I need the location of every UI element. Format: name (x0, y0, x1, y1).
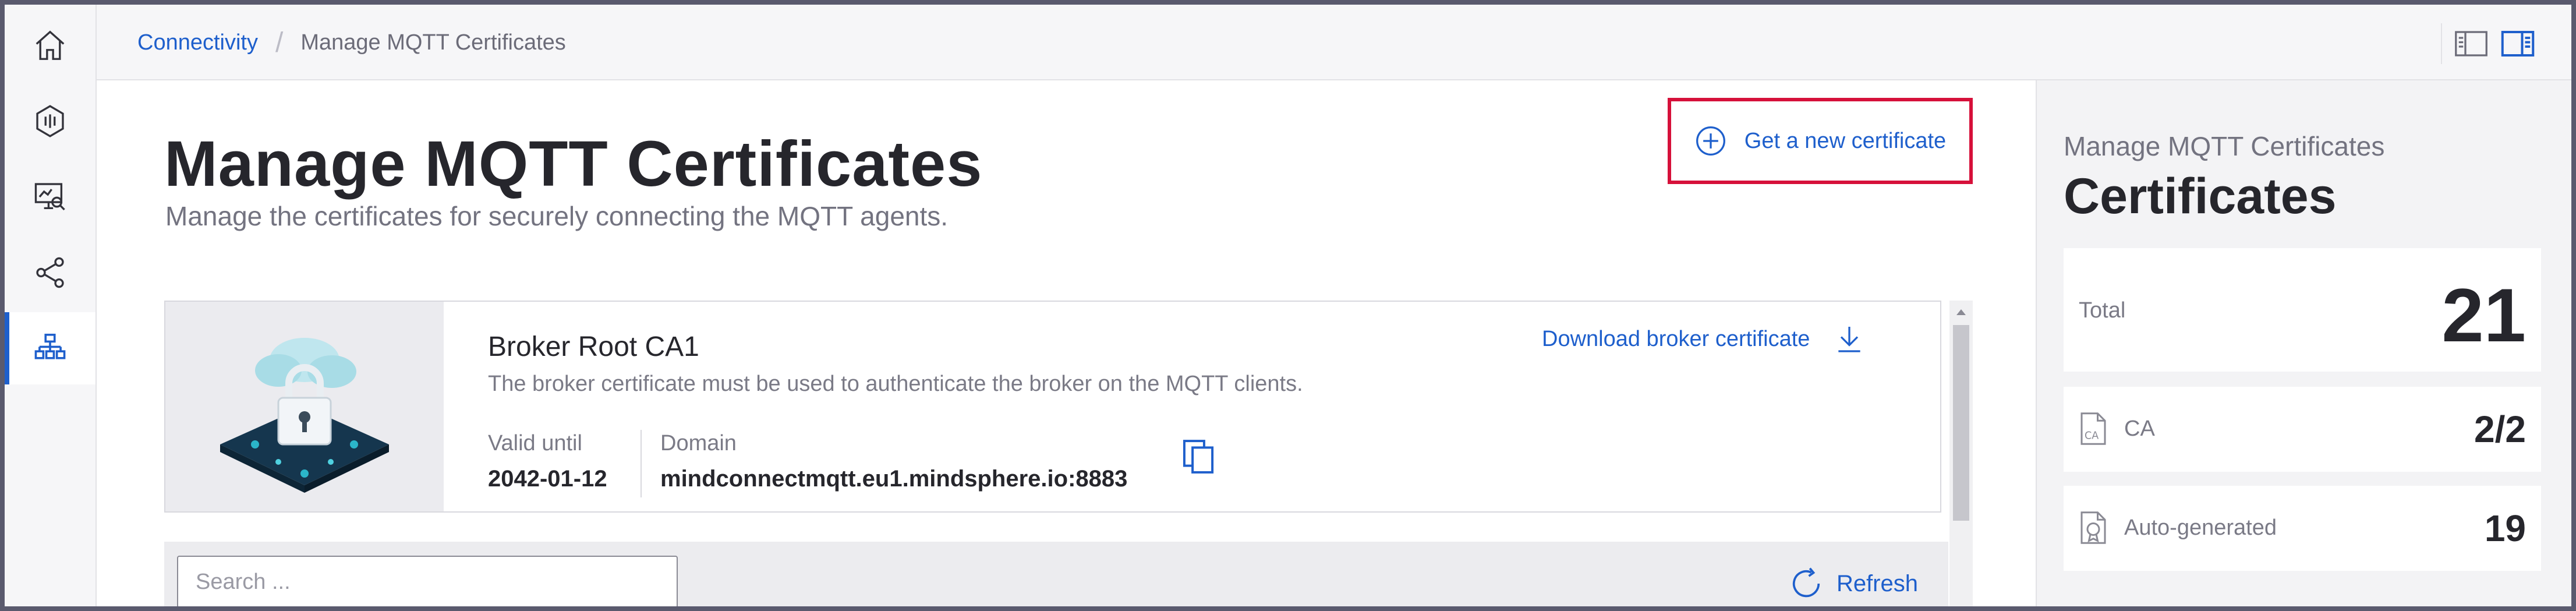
layout-right-panel-icon[interactable] (2500, 29, 2535, 58)
nav-sensor-button[interactable] (5, 85, 95, 157)
stat-card-auto-generated: Auto-generated 19 (2064, 486, 2541, 571)
stat-ca-value: 2/2 (2474, 408, 2526, 450)
stat-auto-value: 19 (2484, 507, 2526, 549)
nav-monitor-button[interactable] (5, 161, 95, 233)
breadcrumb-separator: / (275, 27, 284, 58)
stat-card-ca: CA CA 2/2 (2064, 387, 2541, 472)
domain-label: Domain (660, 431, 737, 455)
auto-generated-certificate-icon (2080, 511, 2106, 544)
get-new-certificate-button[interactable]: Get a new certificate (1668, 98, 1973, 184)
breadcrumb-current: Manage MQTT Certificates (300, 30, 566, 55)
refresh-icon (1792, 567, 1820, 598)
left-nav-rail (5, 5, 97, 606)
caret-up-icon (1956, 309, 1966, 315)
breadcrumb: Connectivity / Manage MQTT Certificates (137, 27, 566, 58)
top-bar: Connectivity / Manage MQTT Certificates (97, 5, 2571, 80)
broker-certificate-card: Broker Root CA1 The broker certificate m… (164, 301, 1941, 513)
broker-description: The broker certificate must be used to a… (488, 372, 1303, 396)
breadcrumb-link-connectivity[interactable]: Connectivity (137, 30, 258, 55)
valid-until-value: 2042-01-12 (488, 466, 607, 492)
home-icon (36, 30, 65, 60)
refresh-label: Refresh (1836, 570, 1918, 596)
svg-text:CA: CA (2085, 430, 2099, 442)
side-panel-caption: Manage MQTT Certificates (2064, 131, 2385, 161)
domain-value: mindconnectmqtt.eu1.mindsphere.io:8883 (660, 466, 1128, 492)
search-input[interactable] (177, 556, 678, 606)
download-broker-certificate-label: Download broker certificate (1542, 326, 1810, 351)
cloud-lock-illustration-icon (220, 338, 389, 493)
download-icon (1838, 327, 1861, 352)
nav-connectivity-button[interactable] (5, 312, 95, 384)
page-title: Manage MQTT Certificates (164, 128, 983, 200)
valid-until-label: Valid until (488, 431, 582, 455)
stat-auto-label: Auto-generated (2124, 515, 2277, 540)
stat-ca-label-row: CA CA (2079, 411, 2155, 446)
app-window: Connectivity / Manage MQTT Certificates … (5, 5, 2571, 606)
page-subtitle: Manage the certificates for securely con… (165, 201, 949, 231)
share-icon (36, 257, 64, 288)
refresh-button[interactable]: Refresh (1789, 566, 1918, 601)
nav-share-button[interactable] (5, 236, 95, 309)
stat-auto-label-row: Auto-generated (2079, 510, 2277, 545)
copy-icon[interactable] (1179, 437, 1218, 476)
search-toolbar: Refresh (164, 542, 1948, 606)
network-icon (34, 333, 66, 359)
scroll-up-arrow[interactable] (1949, 301, 1973, 324)
layout-left-panel-icon[interactable] (2454, 29, 2489, 58)
download-broker-certificate-link[interactable]: Download broker certificate (1542, 323, 1866, 355)
broker-illustration (165, 302, 444, 511)
broker-title: Broker Root CA1 (488, 331, 699, 362)
content-scrollbar[interactable] (1949, 301, 1973, 606)
monitor-search-icon (34, 183, 65, 211)
main-content: Manage MQTT Certificates Manage the cert… (97, 80, 2036, 606)
ca-certificate-icon: CA (2080, 412, 2106, 445)
summary-side-panel: Manage MQTT Certificates Certificates To… (2036, 80, 2571, 606)
stat-total-value: 21 (2441, 273, 2526, 358)
sensor-icon (36, 105, 64, 137)
view-toggle (2441, 23, 2541, 64)
stat-ca-label: CA (2124, 416, 2155, 441)
stat-total-label: Total (2079, 298, 2126, 323)
get-new-certificate-label: Get a new certificate (1744, 128, 1947, 153)
nav-home-button[interactable] (5, 9, 95, 82)
stat-card-total: Total 21 (2064, 248, 2541, 372)
side-panel-title: Certificates (2064, 168, 2337, 224)
meta-divider (641, 430, 642, 497)
plus-circle-icon (1696, 126, 1725, 156)
scroll-thumb[interactable] (1953, 325, 1969, 521)
